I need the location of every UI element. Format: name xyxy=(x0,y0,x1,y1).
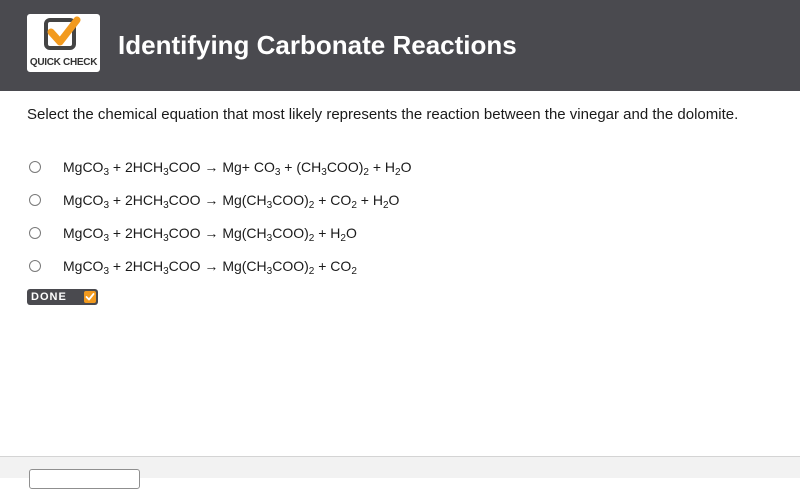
answer-option-2[interactable]: MgCO3 + 2HCH3COO → Mg(CH3COO)2 + CO2 + H… xyxy=(29,183,629,216)
equation-text: MgCO3 + 2HCH3COO → Mg(CH3COO)2 + CO2 + H… xyxy=(63,191,400,211)
logo-text: QUICK CHECK xyxy=(29,56,98,70)
check-icon xyxy=(84,291,96,303)
equation-text: MgCO3 + 2HCH3COO → Mg(CH3COO)2 + CO2 xyxy=(63,257,357,277)
radio-button[interactable] xyxy=(29,193,41,206)
answer-option-4[interactable]: MgCO3 + 2HCH3COO → Mg(CH3COO)2 + CO2 xyxy=(29,249,629,282)
radio-button[interactable] xyxy=(29,226,41,239)
answer-option-1[interactable]: MgCO3 + 2HCH3COO → Mg+ CO3 + (CH3COO)2 +… xyxy=(29,150,629,183)
done-button[interactable]: DONE xyxy=(27,289,98,305)
checkmark-icon xyxy=(44,16,81,50)
back-button[interactable] xyxy=(29,469,140,489)
answer-options: MgCO3 + 2HCH3COO → Mg+ CO3 + (CH3COO)2 +… xyxy=(29,150,629,282)
answer-option-3[interactable]: MgCO3 + 2HCH3COO → Mg(CH3COO)2 + H2O xyxy=(29,216,629,249)
equation-text: MgCO3 + 2HCH3COO → Mg+ CO3 + (CH3COO)2 +… xyxy=(63,158,412,178)
equation-text: MgCO3 + 2HCH3COO → Mg(CH3COO)2 + H2O xyxy=(63,224,357,244)
header-bar: QUICK CHECK Identifying Carbonate Reacti… xyxy=(0,0,800,91)
radio-button[interactable] xyxy=(29,160,41,173)
question-prompt: Select the chemical equation that most l… xyxy=(27,106,739,123)
radio-button[interactable] xyxy=(29,259,41,272)
page-title: Identifying Carbonate Reactions xyxy=(118,30,517,60)
done-label: DONE xyxy=(31,291,67,303)
quick-check-logo: QUICK CHECK xyxy=(27,14,100,72)
footer-bar xyxy=(0,456,800,489)
